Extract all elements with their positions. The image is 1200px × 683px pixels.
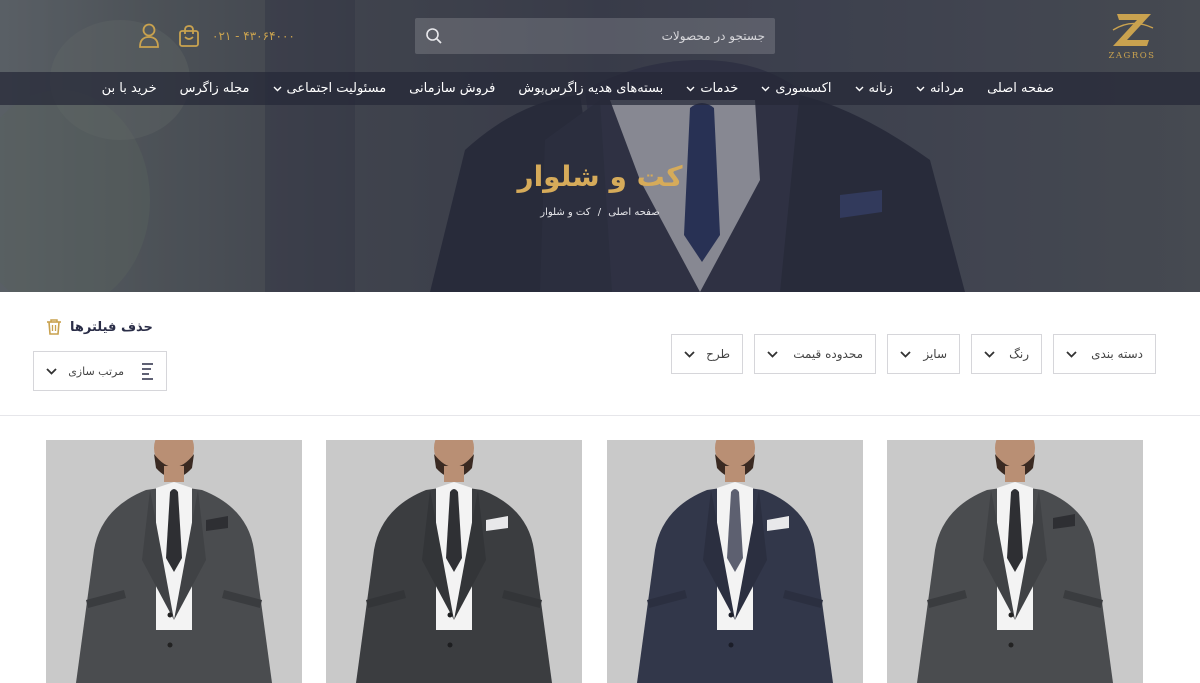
filter-category-dropdown[interactable]: دسته بندی	[1053, 334, 1156, 374]
nav-item-label: خدمات	[700, 81, 739, 96]
nav-item-accessories[interactable]: اکسسوری	[761, 81, 832, 96]
chevron-down-icon	[761, 86, 770, 91]
breadcrumb-current: کت و شلوار	[540, 207, 591, 218]
nav-item-label: صفحه اصلی	[987, 81, 1054, 96]
filter-label: سایز	[923, 347, 947, 361]
filter-label: دسته بندی	[1091, 347, 1143, 361]
search-icon[interactable]	[425, 27, 443, 45]
section-divider	[0, 415, 1200, 416]
nav-item-gift-packages[interactable]: بسته‌های هدیه زاگرس‌پوش	[518, 81, 663, 96]
user-icon[interactable]	[138, 23, 160, 49]
sort-dropdown[interactable]: A Z مرتب سازی	[33, 351, 167, 391]
sort-az-icon: A Z	[132, 362, 153, 381]
logo-icon	[1112, 14, 1154, 46]
chevron-down-icon	[900, 350, 911, 358]
chevron-down-icon	[855, 86, 864, 91]
logo[interactable]: ZAGROS	[1104, 10, 1160, 62]
trash-icon	[47, 319, 61, 335]
nav-item-label: مجله زاگرس	[179, 81, 250, 96]
page-title: کت و شلوار	[517, 160, 683, 193]
nav-item-home[interactable]: صفحه اصلی	[987, 81, 1054, 96]
product-image	[637, 440, 833, 683]
nav-item-social-responsibility[interactable]: مسئولیت اجتماعی	[273, 81, 387, 96]
filter-label: طرح	[706, 347, 730, 361]
breadcrumb-separator: /	[597, 207, 602, 218]
filter-label: محدوده قیمت	[793, 347, 863, 361]
product-image	[917, 440, 1113, 683]
product-card[interactable]	[46, 440, 302, 683]
sort-label: مرتب سازی	[68, 364, 124, 378]
filter-color-dropdown[interactable]: رنگ	[971, 334, 1042, 374]
search-bar	[415, 18, 775, 54]
main-nav: صفحه اصلی مردانه زنانه اکسسوری خدمات بست…	[0, 72, 1200, 105]
product-card[interactable]	[887, 440, 1143, 683]
svg-text:A: A	[132, 362, 133, 371]
chevron-down-icon	[273, 86, 282, 91]
hero-banner: ZAGROS ۰۲۱ - ۴۳۰۶۴۰۰۰ صفحه اصلی مردانه ز…	[0, 0, 1200, 292]
chevron-down-icon	[916, 86, 925, 91]
product-image	[76, 440, 272, 683]
product-card[interactable]	[607, 440, 863, 683]
filter-pattern-dropdown[interactable]: طرح	[671, 334, 743, 374]
nav-item-label: زنانه	[868, 81, 893, 96]
clear-filters-button[interactable]: حذف فیلترها	[46, 318, 153, 336]
cart-icon[interactable]	[178, 24, 200, 48]
nav-item-label: خرید با بن	[101, 81, 157, 96]
chevron-down-icon	[767, 350, 778, 358]
breadcrumb: صفحه اصلی / کت و شلوار	[0, 207, 1200, 218]
nav-list: صفحه اصلی مردانه زنانه اکسسوری خدمات بست…	[102, 72, 1054, 105]
logo-text: ZAGROS	[1108, 51, 1156, 61]
nav-item-label: اکسسوری	[775, 81, 832, 96]
nav-item-label: فروش سازمانی	[409, 81, 496, 96]
chevron-down-icon	[684, 350, 695, 358]
nav-item-label: مردانه	[929, 81, 965, 96]
nav-item-corporate-sales[interactable]: فروش سازمانی	[409, 81, 495, 96]
chevron-down-icon	[984, 350, 995, 358]
search-input[interactable]	[455, 18, 775, 54]
chevron-down-icon	[686, 86, 695, 91]
nav-item-men[interactable]: مردانه	[916, 81, 964, 96]
filter-label: رنگ	[1009, 347, 1029, 361]
nav-item-magazine[interactable]: مجله زاگرس	[180, 81, 250, 96]
phone-number[interactable]: ۰۲۱ - ۴۳۰۶۴۰۰۰	[212, 29, 295, 43]
chevron-down-icon	[46, 367, 57, 375]
nav-item-voucher-purchase[interactable]: خرید با بن	[102, 81, 157, 96]
nav-item-services[interactable]: خدمات	[686, 81, 738, 96]
filter-size-dropdown[interactable]: سایز	[887, 334, 960, 374]
filter-price-range-dropdown[interactable]: محدوده قیمت	[754, 334, 876, 374]
nav-item-label: مسئولیت اجتماعی	[286, 81, 387, 96]
breadcrumb-home-link[interactable]: صفحه اصلی	[608, 207, 659, 218]
product-image	[356, 440, 552, 683]
clear-filters-label: حذف فیلترها	[70, 319, 153, 335]
product-card[interactable]	[326, 440, 582, 683]
chevron-down-icon	[1066, 350, 1077, 358]
nav-item-label: بسته‌های هدیه زاگرس‌پوش	[518, 81, 664, 96]
nav-item-women[interactable]: زنانه	[855, 81, 893, 96]
